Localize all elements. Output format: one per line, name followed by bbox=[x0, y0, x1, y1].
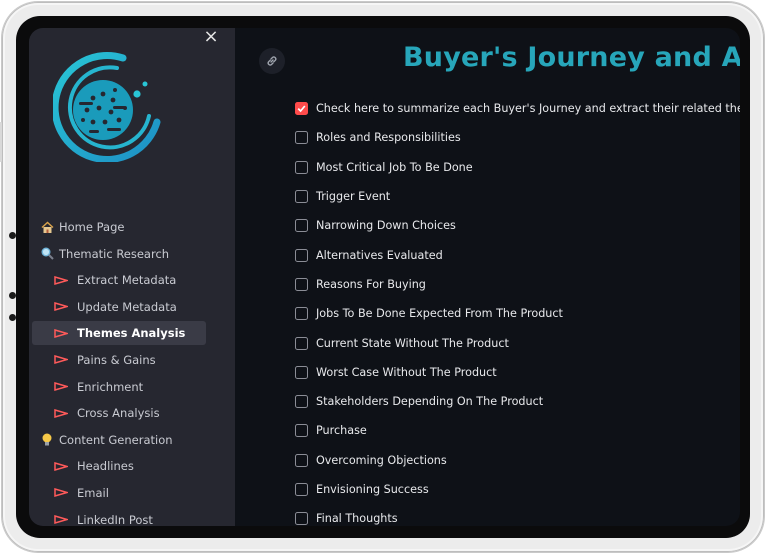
sidebar-item-themes-analysis[interactable]: Themes Analysis bbox=[32, 321, 206, 346]
triangle-flag-icon bbox=[54, 461, 68, 471]
checkbox-checked[interactable] bbox=[295, 102, 308, 116]
sidebar-item-update-metadata[interactable]: Update Metadata bbox=[32, 295, 206, 319]
page-title: Buyer's Journey and Ass bbox=[403, 42, 740, 73]
sidebar-item-extract-metadata[interactable]: Extract Metadata bbox=[32, 268, 206, 292]
narrowing-choices-checkbox[interactable]: Narrowing Down Choices bbox=[295, 211, 740, 240]
sidebar-item-label: Themes Analysis bbox=[77, 326, 186, 341]
checkbox-label: Reasons For Buying bbox=[316, 277, 426, 291]
summarize-journey-checkbox[interactable]: Check here to summarize each Buyer's Jou… bbox=[295, 94, 740, 123]
reasons-buying-checkbox[interactable]: Reasons For Buying bbox=[295, 270, 740, 299]
triangle-flag-icon bbox=[54, 488, 68, 498]
checkbox-unchecked[interactable] bbox=[295, 424, 308, 438]
triangle-flag-icon bbox=[54, 302, 68, 312]
app-logo bbox=[53, 52, 161, 162]
checkbox-label: Check here to summarize each Buyer's Jou… bbox=[316, 102, 740, 116]
final-thoughts-checkbox[interactable]: Final Thoughts bbox=[295, 504, 740, 526]
triangle-flag-icon bbox=[54, 328, 68, 338]
sidebar-item-label: Thematic Research bbox=[59, 246, 170, 261]
triangle-flag-icon bbox=[54, 275, 68, 285]
checkbox-unchecked[interactable] bbox=[295, 365, 308, 379]
sidebar-item-home-page[interactable]: Home Page bbox=[32, 215, 206, 239]
sidebar-item-headlines[interactable]: Headlines bbox=[32, 454, 206, 478]
overcoming-objections-checkbox[interactable]: Overcoming Objections bbox=[295, 446, 740, 475]
checkbox-unchecked[interactable] bbox=[295, 190, 308, 204]
purchase-checkbox[interactable]: Purchase bbox=[295, 416, 740, 445]
stakeholders-checkbox[interactable]: Stakeholders Depending On The Product bbox=[295, 387, 740, 416]
checkbox-unchecked[interactable] bbox=[295, 512, 308, 526]
magnifier-icon bbox=[39, 247, 55, 260]
checkbox-unchecked[interactable] bbox=[295, 336, 308, 350]
triangle-flag-icon bbox=[54, 355, 68, 365]
jobs-expected-checkbox[interactable]: Jobs To Be Done Expected From The Produc… bbox=[295, 299, 740, 328]
volume-button bbox=[0, 122, 2, 162]
checkbox-unchecked[interactable] bbox=[295, 483, 308, 496]
checkbox-label: Current State Without The Product bbox=[316, 336, 509, 350]
sidebar-item-linkedin-post[interactable]: LinkedIn Post bbox=[32, 508, 206, 526]
checkbox-list: Check here to summarize each Buyer's Jou… bbox=[295, 94, 740, 526]
house-icon bbox=[39, 220, 55, 234]
checkbox-unchecked[interactable] bbox=[295, 219, 308, 233]
checkbox-unchecked[interactable] bbox=[295, 131, 308, 145]
sidebar-item-label: Cross Analysis bbox=[77, 406, 160, 421]
sidebar-item-pains-gains[interactable]: Pains & Gains bbox=[32, 348, 206, 372]
checkbox-unchecked[interactable] bbox=[295, 160, 308, 174]
current-state-checkbox[interactable]: Current State Without The Product bbox=[295, 328, 740, 357]
app-screen: × Home Page Thematic Research Extract Me… bbox=[29, 28, 740, 526]
main-content: Buyer's Journey and Ass Check here to su… bbox=[235, 28, 740, 526]
checkbox-unchecked[interactable] bbox=[295, 395, 308, 409]
sidebar: × Home Page Thematic Research Extract Me… bbox=[29, 28, 235, 526]
link-icon bbox=[267, 56, 277, 66]
sidebar-item-label: Home Page bbox=[59, 220, 125, 234]
sidebar-item-label: Extract Metadata bbox=[77, 273, 177, 288]
sidebar-item-email[interactable]: Email bbox=[32, 481, 206, 505]
sensor-dot bbox=[9, 314, 16, 321]
lightbulb-icon bbox=[39, 433, 55, 447]
worst-case-checkbox[interactable]: Worst Case Without The Product bbox=[295, 358, 740, 387]
sidebar-item-label: Email bbox=[77, 485, 109, 500]
alternatives-evaluated-checkbox[interactable]: Alternatives Evaluated bbox=[295, 240, 740, 269]
checkbox-label: Alternatives Evaluated bbox=[316, 248, 443, 262]
critical-job-checkbox[interactable]: Most Critical Job To Be Done bbox=[295, 153, 740, 182]
sidebar-item-thematic-research[interactable]: Thematic Research bbox=[32, 242, 206, 266]
triangle-flag-icon bbox=[54, 382, 68, 392]
checkbox-label: Most Critical Job To Be Done bbox=[316, 160, 473, 174]
checkbox-label: Final Thoughts bbox=[316, 512, 398, 526]
sensor-dot bbox=[9, 292, 16, 299]
sidebar-item-cross-analysis[interactable]: Cross Analysis bbox=[32, 401, 206, 425]
checkbox-unchecked[interactable] bbox=[295, 307, 308, 321]
checkbox-unchecked[interactable] bbox=[295, 453, 308, 467]
checkbox-unchecked[interactable] bbox=[295, 248, 308, 262]
trigger-event-checkbox[interactable]: Trigger Event bbox=[295, 182, 740, 211]
sidebar-item-label: Enrichment bbox=[77, 379, 144, 394]
checkbox-label: Narrowing Down Choices bbox=[316, 219, 456, 233]
sidebar-item-label: Headlines bbox=[77, 459, 134, 474]
checkbox-label: Stakeholders Depending On The Product bbox=[316, 395, 544, 409]
sidebar-item-enrichment[interactable]: Enrichment bbox=[32, 375, 206, 399]
checkmark-icon bbox=[297, 105, 306, 113]
sidebar-nav: Home Page Thematic Research Extract Meta… bbox=[32, 215, 206, 526]
sidebar-item-content-generation[interactable]: Content Generation bbox=[32, 428, 206, 452]
checkbox-label: Envisioning Success bbox=[316, 483, 429, 496]
checkbox-label: Worst Case Without The Product bbox=[316, 365, 497, 379]
anchor-link-button[interactable] bbox=[259, 48, 285, 74]
sidebar-item-label: Pains & Gains bbox=[77, 352, 156, 367]
checkbox-unchecked[interactable] bbox=[295, 277, 308, 291]
triangle-flag-icon bbox=[54, 515, 68, 525]
checkbox-label: Roles and Responsibilities bbox=[316, 131, 461, 145]
roles-responsibilities-checkbox[interactable]: Roles and Responsibilities bbox=[295, 123, 740, 152]
sidebar-item-label: Content Generation bbox=[59, 432, 173, 447]
checkbox-label: Trigger Event bbox=[316, 190, 391, 204]
triangle-flag-icon bbox=[54, 408, 68, 418]
checkbox-label: Purchase bbox=[316, 424, 367, 438]
envisioning-success-checkbox[interactable]: Envisioning Success bbox=[295, 475, 740, 504]
camera-dot bbox=[9, 232, 16, 239]
close-sidebar-button[interactable]: × bbox=[201, 28, 221, 48]
checkbox-label: Jobs To Be Done Expected From The Produc… bbox=[316, 307, 563, 321]
checkbox-label: Overcoming Objections bbox=[316, 453, 447, 467]
sidebar-item-label: Update Metadata bbox=[77, 299, 177, 314]
sidebar-item-label: LinkedIn Post bbox=[77, 512, 153, 526]
